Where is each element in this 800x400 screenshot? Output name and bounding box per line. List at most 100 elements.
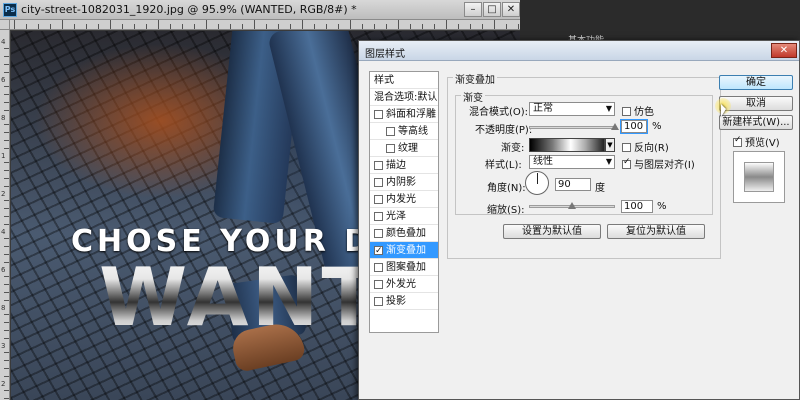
ruler-tick	[242, 24, 243, 29]
checkbox-icon[interactable]	[374, 178, 383, 187]
ruler-tick	[74, 24, 75, 29]
close-icon[interactable]: ✕	[502, 2, 520, 17]
ruler-tick	[4, 110, 9, 111]
checkbox-icon[interactable]	[374, 212, 383, 221]
ruler-tick	[398, 20, 399, 29]
ruler-number: 1	[1, 152, 6, 160]
make-default-button[interactable]: 设置为默认值	[503, 224, 601, 239]
dither-checkbox[interactable]: 仿色	[622, 103, 654, 118]
angle-input[interactable]: 90	[555, 178, 591, 191]
checkbox-icon[interactable]	[386, 127, 395, 136]
chevron-down-icon[interactable]: ▼	[605, 138, 615, 152]
section-title: 渐变叠加	[453, 71, 497, 86]
ruler-tick	[38, 24, 39, 29]
ruler-tick	[4, 208, 9, 209]
style-item[interactable]: 图案叠加	[370, 259, 438, 276]
chevron-down-icon: ▼	[605, 157, 612, 166]
checkbox-icon[interactable]	[374, 161, 383, 170]
gradient-swatch[interactable]	[529, 138, 605, 152]
opacity-slider-thumb[interactable]	[611, 123, 619, 130]
vertical-ruler[interactable]: 4 6 8 1 2 4 6 8 3 2	[0, 30, 10, 400]
ruler-tick	[4, 72, 9, 73]
ruler-tick	[158, 20, 159, 29]
scale-input[interactable]: 100	[621, 200, 653, 213]
ruler-tick	[218, 24, 219, 29]
style-item[interactable]: 投影	[370, 293, 438, 310]
reverse-label: 反向(R)	[634, 143, 669, 154]
angle-needle	[537, 173, 538, 184]
style-item[interactable]: 内阴影	[370, 174, 438, 191]
ruler-tick	[194, 24, 195, 29]
style-item[interactable]: 光泽	[370, 208, 438, 225]
ruler-tick	[434, 24, 435, 29]
ruler-tick	[410, 24, 411, 29]
ruler-tick	[4, 254, 9, 255]
ruler-number: 6	[1, 76, 6, 84]
checkbox-icon[interactable]	[374, 280, 383, 289]
horizontal-ruler[interactable]	[10, 20, 520, 30]
ruler-tick	[458, 24, 459, 29]
ok-button[interactable]: 确定	[719, 75, 793, 90]
ruler-number: 4	[1, 228, 6, 236]
maximize-icon[interactable]: □	[483, 2, 501, 17]
close-icon[interactable]: ✕	[771, 43, 797, 58]
ruler-tick	[62, 20, 63, 29]
opacity-slider[interactable]	[529, 126, 615, 129]
angle-dial[interactable]	[525, 171, 549, 195]
blend-mode-label: 混合模式(O):	[469, 107, 529, 118]
ruler-tick	[326, 24, 327, 29]
ruler-tick	[4, 376, 9, 377]
style-item-label: 光泽	[386, 211, 406, 222]
ruler-corner[interactable]	[0, 20, 10, 30]
ruler-tick	[4, 246, 9, 247]
preview-checkbox[interactable]: 预览(V)	[733, 134, 780, 149]
ruler-tick	[494, 20, 495, 29]
ruler-tick	[4, 48, 9, 49]
checkbox-icon[interactable]	[374, 195, 383, 204]
blend-mode-select[interactable]: 正常 ▼	[529, 102, 615, 116]
ruler-tick	[4, 330, 9, 331]
align-with-layer-checkbox[interactable]: 与图层对齐(I)	[622, 156, 695, 171]
style-item[interactable]: 颜色叠加	[370, 225, 438, 242]
align-label: 与图层对齐(I)	[634, 160, 695, 171]
preview-swatch	[744, 162, 774, 192]
dialog-titlebar[interactable]: 图层样式 ✕	[359, 41, 799, 61]
style-item[interactable]: 描边	[370, 157, 438, 174]
ruler-tick	[362, 24, 363, 29]
style-select[interactable]: 线性 ▼	[529, 155, 615, 169]
mouse-cursor-icon	[721, 104, 726, 117]
ruler-tick	[4, 276, 9, 277]
angle-unit: 度	[595, 183, 605, 194]
app-background	[520, 0, 800, 40]
style-item[interactable]: 混合选项:默认	[370, 89, 438, 106]
style-item[interactable]: 等高线	[370, 123, 438, 140]
ruler-tick	[122, 24, 123, 29]
style-item[interactable]: 纹理	[370, 140, 438, 157]
reverse-checkbox[interactable]: 反向(R)	[622, 139, 669, 154]
scale-slider-thumb[interactable]	[568, 202, 576, 209]
checkbox-icon[interactable]	[374, 110, 383, 119]
checkbox-icon[interactable]	[374, 229, 383, 238]
style-item-label: 混合选项:默认	[374, 92, 438, 103]
ruler-tick	[134, 24, 135, 29]
ruler-tick	[422, 24, 423, 29]
checkbox-icon[interactable]	[374, 263, 383, 272]
style-item[interactable]: 外发光	[370, 276, 438, 293]
style-item-label: 投影	[386, 296, 406, 307]
checkbox-icon[interactable]	[374, 243, 383, 260]
blend-mode-value: 正常	[533, 103, 553, 114]
new-style-button[interactable]: 新建样式(W)...	[719, 115, 793, 130]
style-item[interactable]: 样式	[370, 72, 438, 89]
style-item[interactable]: 斜面和浮雕	[370, 106, 438, 123]
ruler-number: 2	[1, 190, 6, 198]
style-item[interactable]: 内发光	[370, 191, 438, 208]
minimize-icon[interactable]: –	[464, 2, 482, 17]
style-item-label: 外发光	[386, 279, 416, 290]
ruler-tick	[374, 24, 375, 29]
opacity-input[interactable]: 100	[620, 119, 648, 134]
checkbox-icon[interactable]	[386, 144, 395, 153]
checkbox-icon[interactable]	[374, 297, 383, 306]
reset-default-button[interactable]: 复位为默认值	[607, 224, 705, 239]
document-titlebar[interactable]: Ps city-street-1082031_1920.jpg @ 95.9% …	[0, 0, 520, 20]
style-item[interactable]: 渐变叠加	[370, 242, 438, 260]
